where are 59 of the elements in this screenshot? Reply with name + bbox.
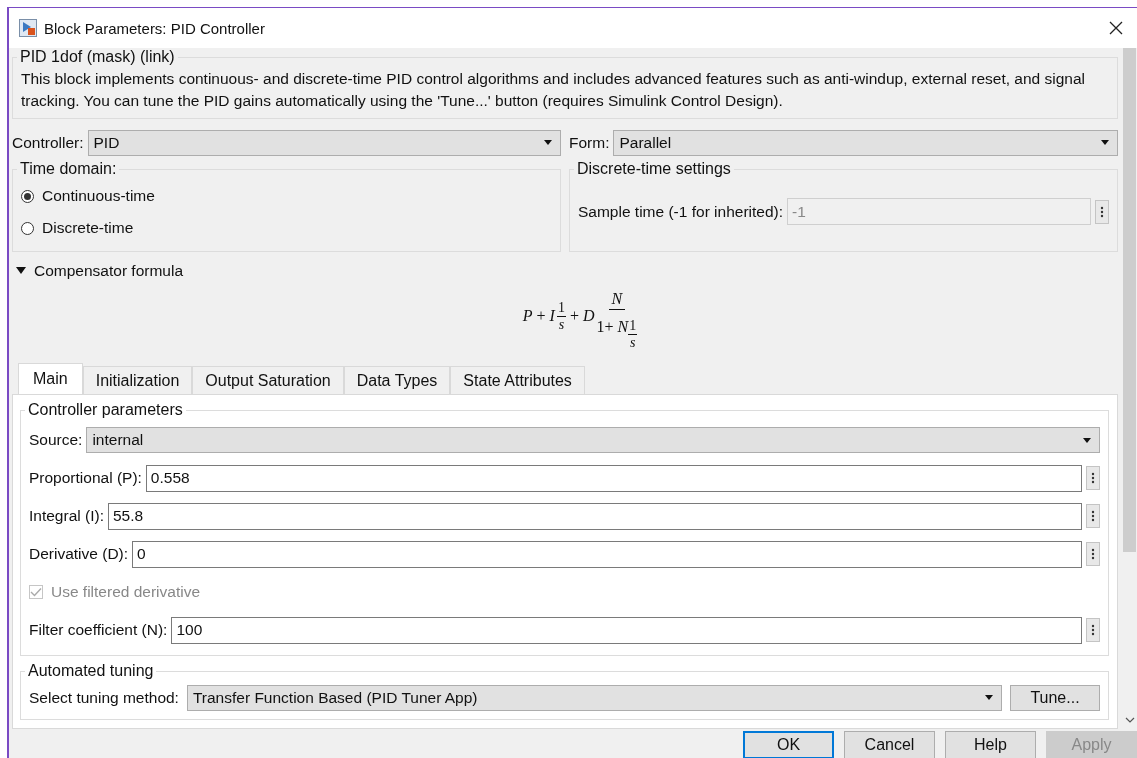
scrollbar-thumb[interactable] bbox=[1123, 48, 1136, 552]
section-title: Compensator formula bbox=[34, 261, 184, 280]
field-label: Controller: bbox=[12, 133, 84, 152]
input-field[interactable]: 0 bbox=[132, 540, 1082, 568]
input-field[interactable]: 100 bbox=[171, 616, 1082, 644]
expand-triangle-icon bbox=[16, 266, 26, 275]
tab[interactable]: State Attributes bbox=[450, 366, 585, 394]
caret-icon bbox=[544, 140, 552, 145]
caret-icon bbox=[1083, 437, 1091, 443]
radio-button[interactable] bbox=[21, 189, 34, 203]
dialog-button[interactable]: Help bbox=[945, 731, 1036, 758]
more-options-button[interactable] bbox=[1086, 618, 1100, 642]
vertical-dots-icon bbox=[1091, 548, 1095, 560]
field-label: Select tuning method: bbox=[29, 688, 179, 707]
group-title: Discrete-time settings bbox=[576, 160, 732, 178]
dropdown[interactable]: Transfer Function Based (PID Tuner App) bbox=[186, 684, 1002, 711]
radio-label: Discrete-time bbox=[42, 219, 134, 237]
dropdown[interactable]: internal bbox=[86, 427, 1100, 453]
caret-icon bbox=[1101, 140, 1109, 145]
section-toggle[interactable]: Compensator formula bbox=[12, 260, 1118, 282]
dialog-button[interactable]: OK bbox=[743, 731, 834, 758]
input-field[interactable]: 0.558 bbox=[145, 464, 1082, 492]
app-icon bbox=[19, 19, 37, 37]
tab[interactable]: Initialization bbox=[82, 366, 193, 394]
field-label: Derivative (D): bbox=[29, 545, 129, 563]
tune-button[interactable]: Tune... bbox=[1010, 684, 1100, 711]
scroll-down-icon[interactable] bbox=[1125, 717, 1135, 723]
vertical-dots-icon bbox=[1091, 472, 1095, 484]
window-title: Block Parameters: PID Controller bbox=[44, 19, 266, 37]
more-options-button[interactable] bbox=[1086, 542, 1100, 566]
radio-label: Continuous-time bbox=[42, 187, 155, 205]
more-options-button[interactable] bbox=[1086, 504, 1100, 528]
vertical-dots-icon bbox=[1091, 510, 1095, 522]
radio-button[interactable] bbox=[21, 221, 34, 235]
more-options-button[interactable] bbox=[1086, 466, 1100, 490]
vertical-dots-icon bbox=[1091, 624, 1095, 636]
tab[interactable]: Main bbox=[18, 363, 83, 394]
dialog-button[interactable]: Cancel bbox=[844, 731, 935, 758]
field-label: Source: bbox=[29, 431, 83, 449]
input-field[interactable]: 55.8 bbox=[107, 502, 1082, 530]
tab[interactable]: Output Saturation bbox=[192, 366, 344, 394]
field-label: Sample time (-1 for inherited): bbox=[578, 202, 784, 221]
group-title: PID 1dof (mask) (link) bbox=[19, 48, 176, 66]
group-title: Time domain: bbox=[19, 160, 118, 178]
field-label: Integral (I): bbox=[29, 507, 104, 525]
more-options-button[interactable] bbox=[1095, 199, 1109, 224]
checkbox-label: Use filtered derivative bbox=[51, 583, 201, 601]
dropdown[interactable]: PID bbox=[87, 129, 561, 156]
field-label: Filter coefficient (N): bbox=[29, 621, 168, 639]
caret-icon bbox=[985, 695, 993, 700]
tab[interactable]: Data Types bbox=[343, 366, 451, 394]
dropdown[interactable]: Parallel bbox=[613, 129, 1118, 156]
field-label: Form: bbox=[569, 133, 610, 152]
group-title: Automated tuning bbox=[27, 662, 155, 680]
group-title: Controller parameters bbox=[27, 401, 184, 419]
description-text: This block implements continuous- and discrete-time PID control algorithms and includes advanced features such as anti-windup, external reset, and signal tracking. You can tune the PID gains automatically using the 'Tune...' button (requires Simulink Control Design). bbox=[21, 69, 1087, 111]
vertical-dots-icon bbox=[1100, 205, 1104, 218]
close-icon[interactable] bbox=[1109, 21, 1123, 35]
field-label: Proportional (P): bbox=[29, 469, 142, 487]
